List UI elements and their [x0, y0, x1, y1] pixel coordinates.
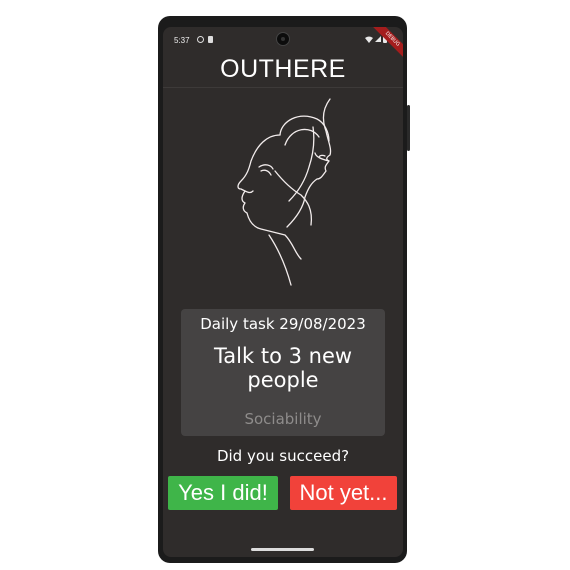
- notification-icon: [197, 36, 204, 43]
- wifi-icon: [365, 36, 373, 43]
- daily-task-card: Daily task 29/08/2023 Talk to 3 new peop…: [181, 309, 385, 436]
- app-screen: 5:37 DEBUG OUTHERE Daily task 29/08/2023…: [163, 27, 403, 557]
- task-date-heading: Daily task 29/08/2023: [200, 315, 366, 333]
- status-bar: 5:37: [163, 27, 403, 53]
- camera-icon: [276, 32, 290, 46]
- face-line-art-icon: [237, 98, 332, 286]
- phone-side-button: [407, 105, 410, 151]
- not-yet-button[interactable]: Not yet...: [290, 476, 397, 510]
- task-category: Sociability: [244, 410, 322, 428]
- gesture-nav-bar[interactable]: [251, 548, 314, 551]
- app-title: OUTHERE: [220, 55, 346, 83]
- success-question: Did you succeed?: [216, 447, 350, 465]
- title-divider: [163, 87, 403, 88]
- status-time: 5:37: [174, 36, 190, 45]
- yes-button[interactable]: Yes I did!: [168, 476, 278, 510]
- task-description: Talk to 3 new people: [213, 344, 353, 392]
- sd-card-icon: [208, 36, 213, 43]
- signal-icon: [375, 36, 381, 42]
